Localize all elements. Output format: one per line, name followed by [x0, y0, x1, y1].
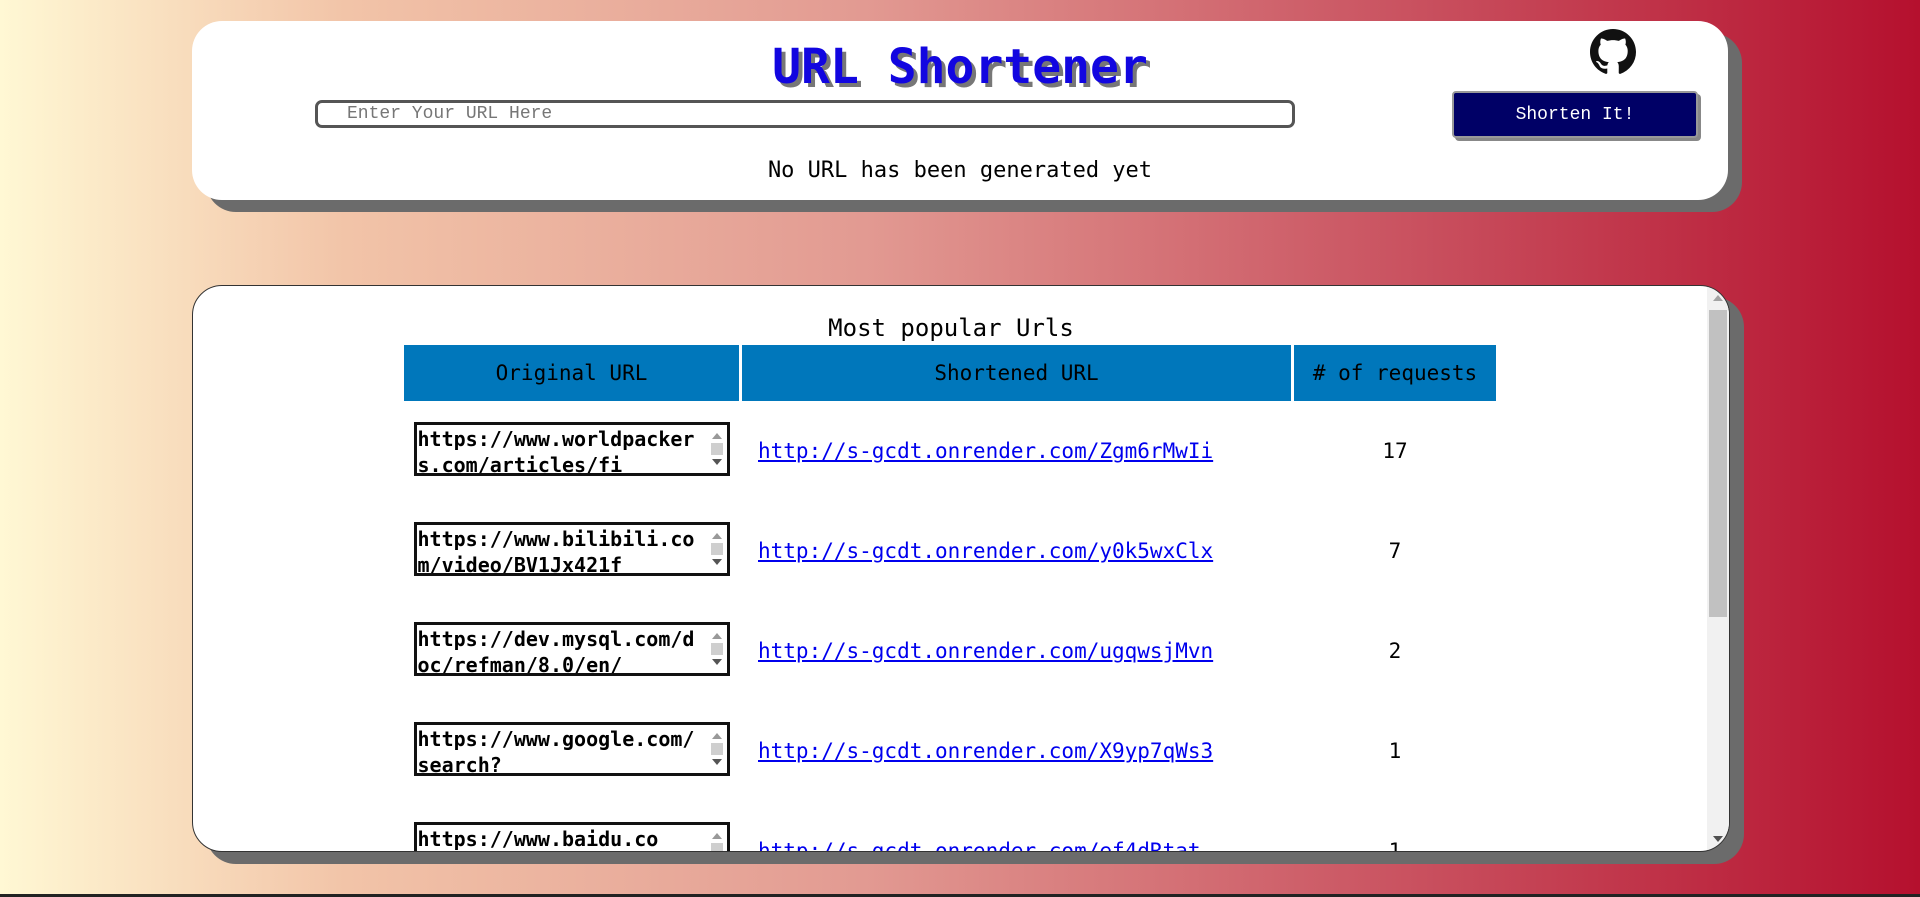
- original-url-cell: https://www.bilibili.com/video/BV1Jx421f: [404, 501, 739, 601]
- table-row: https://www.baidu.co http://s-gcdt.onren…: [404, 801, 1496, 851]
- original-url-text: https://www.baidu.co: [417, 826, 659, 851]
- original-url-text: https://www.google.com/search?: [417, 726, 695, 776]
- short-url-link[interactable]: http://s-gcdt.onrender.com/Zgm6rMwIi: [758, 439, 1213, 463]
- scroll-thumb[interactable]: [710, 842, 723, 851]
- original-url-cell: https://dev.mysql.com/doc/refman/8.0/en/: [404, 601, 739, 701]
- popular-urls-panel: Most popular Urls Original URL Shortened…: [192, 285, 1730, 852]
- table-row: https://dev.mysql.com/doc/refman/8.0/en/…: [404, 601, 1496, 701]
- original-url-text: https://dev.mysql.com/doc/refman/8.0/en/: [417, 626, 695, 676]
- column-header-original: Original URL: [404, 345, 739, 401]
- original-url-cell: https://www.baidu.co: [404, 801, 739, 851]
- textarea-scrollbar[interactable]: [704, 424, 727, 473]
- table-header-row: Original URL Shortened URL # of requests: [404, 345, 1496, 401]
- short-url-link[interactable]: http://s-gcdt.onrender.com/y0k5wxClx: [758, 539, 1213, 563]
- column-header-shortened: Shortened URL: [742, 345, 1291, 401]
- short-url-cell: http://s-gcdt.onrender.com/Zgm6rMwIi: [742, 401, 1291, 501]
- request-count: 2: [1388, 639, 1402, 663]
- original-url-textarea[interactable]: https://www.worldpackers.com/articles/fi: [413, 421, 730, 476]
- textarea-scrollbar[interactable]: [704, 824, 727, 851]
- original-url-text: https://www.worldpackers.com/articles/fi: [417, 426, 695, 476]
- scroll-up-arrow-icon[interactable]: [711, 832, 722, 839]
- scroll-up-arrow-icon[interactable]: [1713, 295, 1723, 301]
- original-url-textarea[interactable]: https://www.baidu.co: [413, 821, 730, 851]
- url-input[interactable]: [315, 100, 1295, 128]
- shortener-panel: URL Shortener Shorten It! No URL has bee…: [192, 21, 1728, 200]
- request-count: 17: [1382, 439, 1408, 463]
- scroll-up-arrow-icon[interactable]: [711, 632, 722, 639]
- original-url-cell: https://www.worldpackers.com/articles/fi: [404, 401, 739, 501]
- table-row: https://www.bilibili.com/video/BV1Jx421f…: [404, 501, 1496, 601]
- request-count: 1: [1388, 739, 1402, 763]
- scroll-down-arrow-icon[interactable]: [711, 658, 722, 665]
- scroll-thumb[interactable]: [710, 542, 723, 555]
- original-url-text: https://www.bilibili.com/video/BV1Jx421f: [417, 526, 695, 576]
- status-message: No URL has been generated yet: [767, 158, 1153, 183]
- original-url-textarea[interactable]: https://www.bilibili.com/video/BV1Jx421f: [413, 521, 730, 576]
- shorten-button[interactable]: Shorten It!: [1452, 91, 1698, 138]
- textarea-scrollbar[interactable]: [704, 724, 727, 773]
- short-url-link[interactable]: http://s-gcdt.onrender.com/ef4dRtat: [758, 839, 1201, 851]
- original-url-textarea[interactable]: https://www.google.com/search?: [413, 721, 730, 776]
- original-url-cell: https://www.google.com/search?: [404, 701, 739, 801]
- request-count: 7: [1388, 539, 1402, 563]
- table-row: https://www.google.com/search? http://s-…: [404, 701, 1496, 801]
- short-url-cell: http://s-gcdt.onrender.com/y0k5wxClx: [742, 501, 1291, 601]
- request-count: 1: [1388, 839, 1402, 851]
- scroll-up-arrow-icon[interactable]: [711, 432, 722, 439]
- textarea-scrollbar[interactable]: [704, 524, 727, 573]
- short-url-cell: http://s-gcdt.onrender.com/X9yp7qWs3: [742, 701, 1291, 801]
- scroll-up-arrow-icon[interactable]: [711, 732, 722, 739]
- scroll-up-arrow-icon[interactable]: [711, 532, 722, 539]
- github-icon[interactable]: [1590, 29, 1636, 75]
- table-row: https://www.worldpackers.com/articles/fi…: [404, 401, 1496, 501]
- panel-scrollbar[interactable]: [1707, 286, 1729, 851]
- scroll-thumb[interactable]: [710, 442, 723, 455]
- short-url-cell: http://s-gcdt.onrender.com/ugqwsjMvn: [742, 601, 1291, 701]
- scroll-down-arrow-icon[interactable]: [711, 558, 722, 565]
- scroll-down-arrow-icon[interactable]: [711, 458, 722, 465]
- short-url-link[interactable]: http://s-gcdt.onrender.com/X9yp7qWs3: [758, 739, 1213, 763]
- section-title: Most popular Urls: [828, 314, 1074, 342]
- page-title: URL Shortener: [772, 39, 1148, 95]
- popular-urls-scroll-area: Most popular Urls Original URL Shortened…: [193, 286, 1709, 851]
- popular-urls-table: Original URL Shortened URL # of requests…: [401, 345, 1499, 851]
- textarea-scrollbar[interactable]: [704, 624, 727, 673]
- scroll-thumb[interactable]: [1709, 310, 1727, 617]
- scroll-thumb[interactable]: [710, 742, 723, 755]
- original-url-textarea[interactable]: https://dev.mysql.com/doc/refman/8.0/en/: [413, 621, 730, 676]
- short-url-link[interactable]: http://s-gcdt.onrender.com/ugqwsjMvn: [758, 639, 1213, 663]
- short-url-cell: http://s-gcdt.onrender.com/ef4dRtat: [742, 801, 1291, 851]
- scroll-thumb[interactable]: [710, 642, 723, 655]
- column-header-requests: # of requests: [1294, 345, 1496, 401]
- scroll-down-arrow-icon[interactable]: [711, 758, 722, 765]
- scroll-down-arrow-icon[interactable]: [1713, 836, 1723, 842]
